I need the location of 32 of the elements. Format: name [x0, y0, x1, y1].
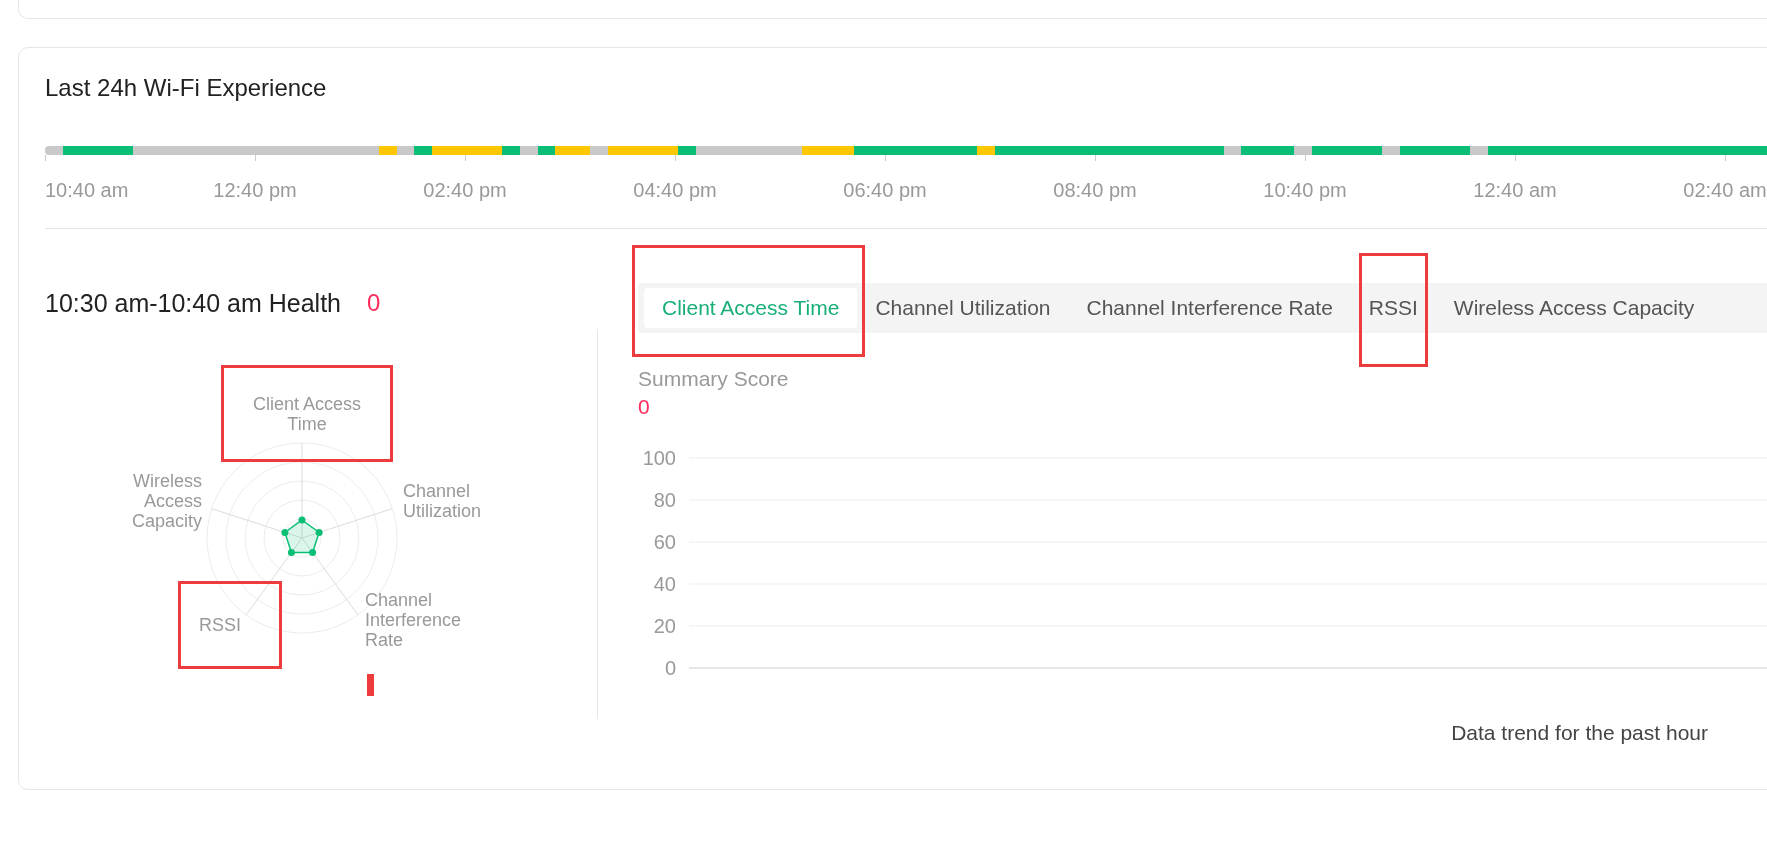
axis-tick-label: 40 [653, 573, 676, 595]
time-label: 12:40 am [1473, 178, 1557, 203]
section-title: Last 24h Wi-Fi Experience [45, 73, 328, 103]
time-label: 02:40 am [1683, 178, 1767, 203]
axis-tick-label: 100 [642, 447, 676, 469]
time-label: 08:40 pm [1053, 178, 1137, 203]
health-title: 10:30 am-10:40 am Health [45, 288, 341, 319]
health-score: 0 [367, 288, 381, 318]
radar-axis-label: Channel Interference Rate [364, 589, 463, 652]
axis-tick-label: 60 [653, 531, 676, 553]
tab[interactable]: Wireless Access Capacity [1435, 288, 1713, 328]
chart-caption: Data trend for the past hour [1450, 720, 1709, 746]
summary-score: 0 [638, 394, 651, 420]
radar-axis-label: Channel Utilization [402, 480, 483, 523]
radar-axis-label: Wireless Access Capacity [130, 470, 203, 533]
tab[interactable]: Channel Interference Rate [1068, 288, 1351, 328]
time-label: 10:40 am [45, 178, 129, 203]
tab[interactable]: RSSI [1350, 288, 1436, 328]
tab[interactable]: Channel Utilization [857, 288, 1069, 328]
radar-data-shape [281, 516, 323, 557]
radar-axis-label: RSSI [178, 581, 282, 669]
axis-tick-label: 0 [664, 657, 676, 679]
marker [367, 674, 374, 696]
summary-label: Summary Score [638, 366, 790, 392]
time-label: 12:40 pm [213, 178, 297, 203]
time-label: 10:40 pm [1263, 178, 1347, 203]
axis-tick-label: 20 [653, 615, 676, 637]
axis-tick-label: 80 [653, 489, 676, 511]
time-label: 04:40 pm [633, 178, 717, 203]
time-label: 02:40 pm [423, 178, 507, 203]
time-label: 06:40 pm [843, 178, 927, 203]
radar-axis-label: Client Access Time [221, 365, 393, 462]
